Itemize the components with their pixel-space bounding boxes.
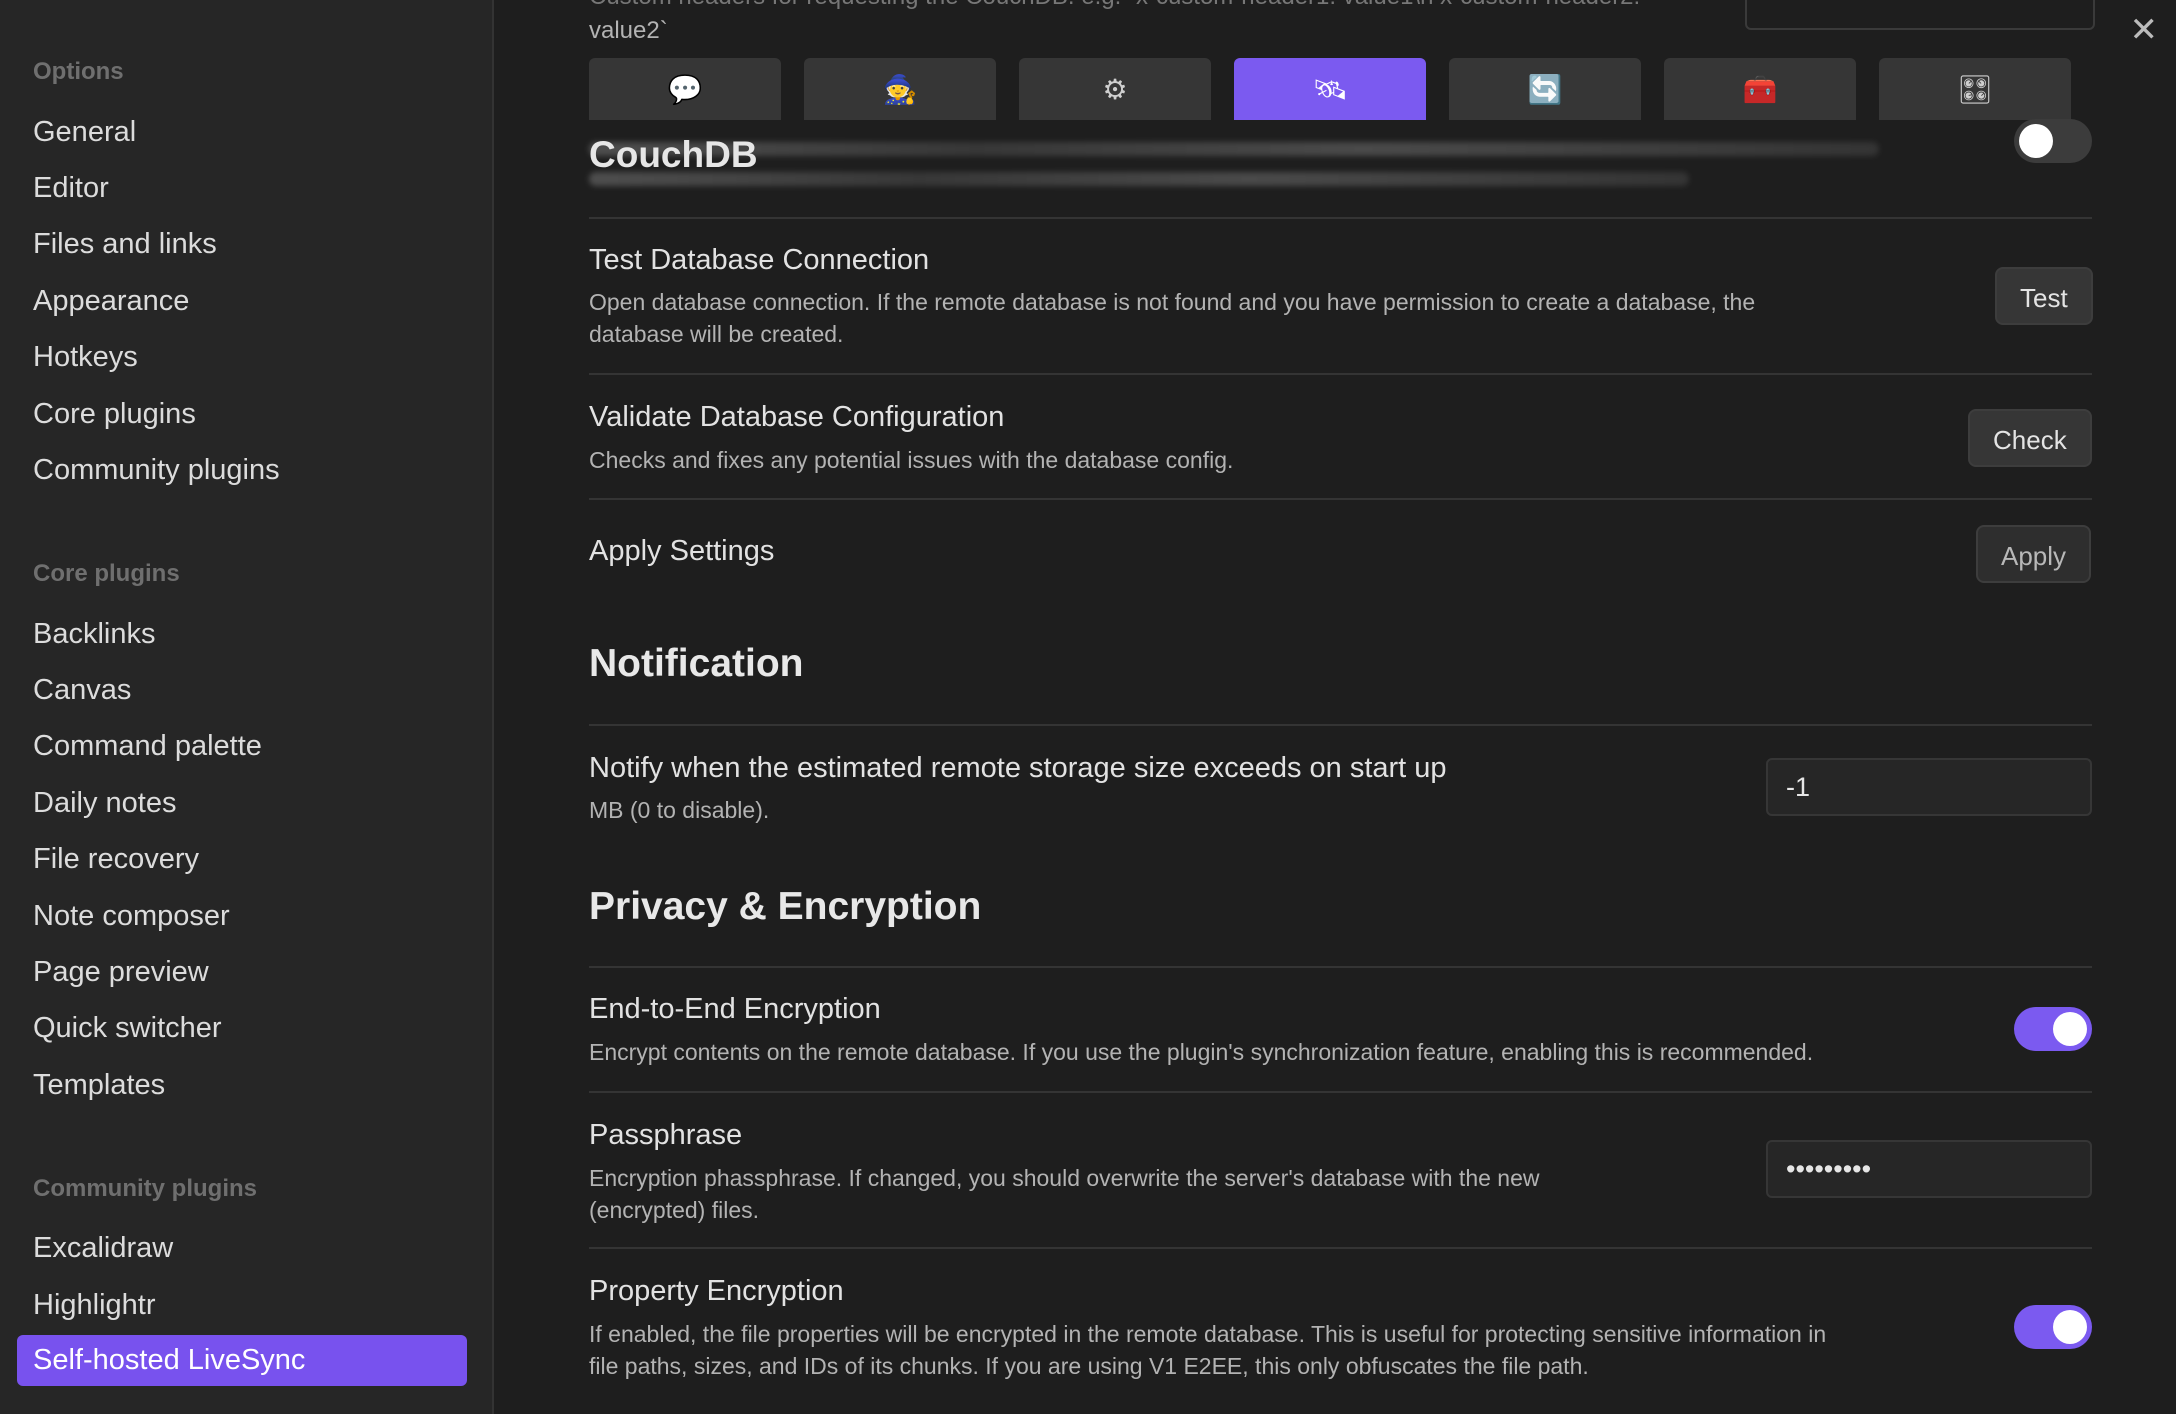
custom-headers-desc-line2: value2` [589, 17, 668, 44]
sidebar-item-hotkeys[interactable]: Hotkeys [33, 335, 138, 379]
dice-icon: 🎛 [1957, 73, 1993, 105]
setting-passphrase-desc: Encryption phassphrase. If changed, you … [589, 1162, 1540, 1226]
tab-gear[interactable]: ⚙ [1019, 58, 1211, 120]
tab-sync[interactable]: 🔄 [1449, 58, 1641, 120]
setting-test-connection-name: Test Database Connection [589, 244, 930, 276]
sidebar-group-options: Options [33, 58, 124, 85]
sidebar-item-backlinks[interactable]: Backlinks [33, 612, 156, 656]
setting-property-encryption-desc-line2: file paths, sizes, and IDs of its chunks… [589, 1353, 1589, 1379]
property-encryption-toggle[interactable] [2014, 1305, 2092, 1349]
sidebar-item-core-plugins[interactable]: Core plugins [33, 392, 196, 436]
sidebar-item-excalidraw[interactable]: Excalidraw [33, 1226, 173, 1270]
sidebar-item-files-and-links[interactable]: Files and links [33, 222, 217, 266]
sync-icon: 🔄 [1527, 73, 1563, 105]
sidebar-item-quick-switcher[interactable]: Quick switcher [33, 1006, 222, 1050]
setting-e2e-encryption-name: End-to-End Encryption [589, 993, 881, 1025]
custom-headers-textarea[interactable] [1745, 0, 2095, 30]
setting-passphrase-desc-line1: Encryption phassphrase. If changed, you … [589, 1165, 1540, 1191]
setting-test-connection-desc-line2: database will be created. [589, 321, 844, 347]
setting-property-encryption-name: Property Encryption [589, 1275, 844, 1307]
toolbox-icon: 🧰 [1742, 73, 1778, 105]
setting-property-encryption-desc-line1: If enabled, the file properties will be … [589, 1321, 1827, 1347]
sidebar-item-canvas[interactable]: Canvas [33, 668, 131, 712]
setting-test-connection-desc-line1: Open database connection. If the remote … [589, 289, 1756, 315]
gear-icon: ⚙ [1102, 73, 1128, 105]
sidebar-item-self-hosted-livesync[interactable]: Self-hosted LiveSync [17, 1335, 467, 1386]
settings-tab-bar: 💬 🧙 ⚙ 🛰 🔄 🧰 🎛 [589, 58, 2071, 120]
custom-headers-desc-line1: Custom headers for requesting the CouchD… [589, 0, 1689, 14]
toggle-knob [2053, 1310, 2087, 1344]
notify-storage-size-input[interactable]: -1 [1766, 758, 2092, 816]
setting-validate-config-name: Validate Database Configuration [589, 401, 1005, 433]
wizard-icon: 🧙 [882, 73, 918, 105]
divider [589, 498, 2092, 500]
settings-sidebar: Options General Editor Files and links A… [0, 0, 494, 1414]
setting-property-encryption-desc: If enabled, the file properties will be … [589, 1318, 1826, 1382]
setting-apply-settings-name: Apply Settings [589, 535, 775, 567]
tab-dice[interactable]: 🎛 [1879, 58, 2071, 120]
setting-notify-storage-name: Notify when the estimated remote storage… [589, 752, 1447, 784]
check-button[interactable]: Check [1968, 409, 2092, 467]
speech-bubble-icon: 💬 [667, 73, 703, 105]
setting-notify-storage-desc: MB (0 to disable). [589, 797, 770, 823]
toggle-knob [2053, 1012, 2087, 1046]
privacy-section-title: Privacy & Encryption [589, 885, 982, 928]
sidebar-item-appearance[interactable]: Appearance [33, 279, 189, 323]
divider [589, 1247, 2092, 1249]
blurred-text [589, 142, 1879, 156]
sidebar-item-community-plugins[interactable]: Community plugins [33, 448, 280, 492]
settings-content: Custom headers for requesting the CouchD… [494, 0, 2176, 1414]
passphrase-input[interactable]: ••••••••• [1766, 1140, 2092, 1198]
tab-speech-bubble[interactable]: 💬 [589, 58, 781, 120]
tab-satellite[interactable]: 🛰 [1234, 58, 1426, 120]
divider [589, 217, 2092, 219]
sidebar-group-core-plugins: Core plugins [33, 560, 180, 587]
sidebar-item-highlightr[interactable]: Highlightr [33, 1283, 156, 1327]
sidebar-item-file-recovery[interactable]: File recovery [33, 837, 199, 881]
divider [589, 966, 2092, 968]
apply-button[interactable]: Apply [1976, 525, 2092, 583]
sidebar-item-page-preview[interactable]: Page preview [33, 950, 209, 994]
couchdb-section-title: CouchDB [589, 134, 758, 175]
setting-passphrase-desc-line2: (encrypted) files. [589, 1197, 760, 1223]
sidebar-item-general[interactable]: General [33, 110, 136, 154]
sidebar-item-templates[interactable]: Templates [33, 1063, 165, 1107]
setting-validate-config-desc: Checks and fixes any potential issues wi… [589, 447, 1234, 473]
divider [589, 373, 2092, 375]
toggle-knob [2019, 124, 2053, 158]
couchdb-option-toggle[interactable] [2014, 119, 2092, 163]
sidebar-group-community-plugins: Community plugins [33, 1175, 257, 1202]
close-icon[interactable]: ✕ [2130, 10, 2159, 50]
tab-wizard[interactable]: 🧙 [804, 58, 996, 120]
satellite-icon: 🛰 [1312, 73, 1348, 105]
tab-toolbox[interactable]: 🧰 [1664, 58, 1856, 120]
divider [589, 1091, 2092, 1093]
sidebar-item-note-composer[interactable]: Note composer [33, 894, 230, 938]
custom-headers-description: Custom headers for requesting the CouchD… [589, 0, 1689, 48]
sidebar-item-daily-notes[interactable]: Daily notes [33, 781, 176, 825]
notification-section-title: Notification [589, 642, 804, 685]
setting-passphrase-name: Passphrase [589, 1119, 743, 1151]
e2e-encryption-toggle[interactable] [2014, 1007, 2092, 1051]
sidebar-item-command-palette[interactable]: Command palette [33, 724, 262, 768]
setting-e2e-encryption-desc: Encrypt contents on the remote database.… [589, 1039, 1814, 1065]
setting-test-connection-desc: Open database connection. If the remote … [589, 286, 1755, 350]
divider [589, 724, 2092, 726]
sidebar-item-editor[interactable]: Editor [33, 166, 109, 210]
test-button[interactable]: Test [1995, 267, 2093, 325]
